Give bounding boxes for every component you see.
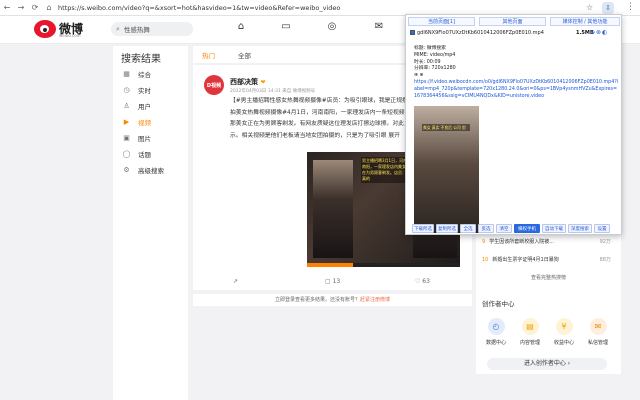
hot-more-link[interactable]: 查看完整热搜榜 (476, 272, 621, 284)
avatar[interactable]: D视频 (204, 75, 224, 95)
enter-creator-center-button[interactable]: 进入创作者中心 › (487, 358, 607, 370)
share-icon[interactable]: ↗ (233, 278, 238, 285)
tab-hot[interactable]: 热门 (202, 50, 215, 60)
video-nav-icon[interactable]: ▭ (279, 21, 293, 35)
media-resolution: 分辨率: 720x1280 (414, 66, 456, 72)
search-value: 性感热舞 (123, 26, 150, 34)
video-progress-fill (307, 263, 353, 267)
grid-icon: ▦ (123, 70, 130, 78)
sidebar-item-advanced[interactable]: ⚙ 高级搜索 (113, 162, 188, 178)
creator-item-income[interactable]: ¥ 收益中心 (550, 318, 578, 346)
image-icon: ▣ (123, 134, 130, 142)
post-actions: ↗ ▢ 13 ♡ 63 (193, 274, 472, 290)
vip-badge-icon: ❤ (260, 79, 266, 86)
clock-icon: ◷ (123, 86, 130, 94)
hot-item[interactable]: 10 新婚出生票字证明4月1日暴狗 88万 (476, 254, 621, 266)
video-icon: ▶ (123, 118, 130, 126)
income-icon: ¥ (555, 318, 573, 335)
creator-title: 创作者中心 (482, 300, 515, 308)
sidebar-item-all[interactable]: ▦ 综合 (113, 66, 188, 82)
message-icon: ✉ (589, 318, 607, 335)
tab-other-pages[interactable]: 其他页面 (479, 17, 546, 26)
media-thumbnail[interactable]: 美女 真实 不良后 公司 剪 (414, 106, 479, 233)
browser-menu-icon[interactable]: ⋮ (626, 2, 635, 12)
logo-subtext: weibo.com (59, 33, 81, 38)
video-caption: 男主播招聘3月1日，河南南阳，一家理发店内美女正在为男顾客剃发。店员：是真的 (361, 157, 411, 183)
forward-icon[interactable]: → (14, 3, 28, 12)
settings-icon: ⚙ (123, 166, 130, 174)
download-selected-button[interactable]: 下载所选 (412, 224, 434, 233)
home-icon[interactable]: ⌂ (42, 3, 56, 12)
file-checkbox[interactable] (410, 30, 415, 35)
thumbnail-caption: 美女 真实 不良后 公司 剪 (422, 124, 470, 131)
sidebar-title: 搜索结果 (121, 54, 161, 65)
tab-all[interactable]: 全部 (238, 50, 251, 60)
invert-selection-button[interactable]: 反选 (478, 224, 494, 233)
file-action-icons[interactable]: ⊕⊗◐ (590, 29, 608, 36)
search-icon: ⌕ (116, 24, 120, 33)
bookmark-star-icon[interactable]: ☆ (586, 3, 593, 12)
user-icon: ♙ (123, 102, 130, 110)
hot-item[interactable]: 9 学生因该所套断校服入院被... 92万 (476, 236, 621, 248)
creator-item-messages[interactable]: ✉ 私信管理 (584, 318, 612, 346)
data-icon: ◴ (487, 318, 505, 335)
creator-item-content[interactable]: ▤ 内容管理 (516, 318, 544, 346)
auto-download-button[interactable]: 自动下载 (542, 224, 566, 233)
message-nav-icon[interactable]: ✉ (372, 21, 386, 35)
post-meta: 2022年04月03日 14:31 来自 微博视频号 (230, 89, 316, 94)
panel-tabs: 当前页面[1] 其他页面 媒体控制 / 其他功能 (408, 17, 620, 28)
hot-nav-icon[interactable]: ◎ (325, 21, 339, 35)
search-input[interactable]: ⌕ 性感热舞 (111, 22, 193, 36)
weibo-logo[interactable]: 微博 weibo.com (34, 20, 83, 38)
sidebar-item-video[interactable]: ▶ 视频 (113, 114, 188, 130)
deep-search-button[interactable]: 深度搜索 (568, 224, 592, 233)
media-info: 标题: 微博搜索 MIME: video/mp4 时长: 00:09 分辨率: … (414, 46, 619, 100)
sidebar-item-topics[interactable]: ◯ 话题 (113, 146, 188, 162)
file-name: gdl6NX9Flo07UXzDtKb6010412006FZp0E010.mp… (417, 30, 544, 36)
media-title: 标题: 微博搜索 (414, 46, 446, 51)
search-result-sidebar: 搜索结果 ▦ 综合 ◷ 实时 ♙ 用户 ▶ 视频 ▣ 图片 ◯ 话题 ⚙ 高级搜索 (113, 46, 188, 400)
settings-button[interactable]: 设置 (594, 224, 610, 233)
weibo-eye-icon (34, 20, 56, 38)
home-nav-icon[interactable]: ⌂ (234, 21, 248, 35)
login-prompt: 立即登录查看更多结果。还没有账号？赶紧注册微博 (193, 294, 472, 306)
back-icon[interactable]: ← (0, 3, 14, 12)
content-icon: ▤ (521, 318, 539, 335)
media-download-extension-panel: 当前页面[1] 其他页面 媒体控制 / 其他功能 gdl6NX9Flo07UXz… (405, 14, 622, 235)
comment-button[interactable]: ▢ 13 (325, 278, 340, 285)
mobile-mode-button[interactable]: 横权手机 (514, 224, 540, 233)
tab-media-control[interactable]: 媒体控制 / 其他功能 (550, 17, 620, 26)
creator-item-data[interactable]: ◴ 数据中心 (482, 318, 510, 346)
sidebar-item-images[interactable]: ▣ 图片 (113, 130, 188, 146)
media-url[interactable]: https://f.video.weibocdn.com/o0/gdl6NX9F… (414, 80, 619, 100)
media-action-icons[interactable]: ⊕ ⊗ (414, 73, 619, 80)
register-link[interactable]: 赶紧注册微博 (360, 297, 390, 303)
sidebar-item-realtime[interactable]: ◷ 实时 (113, 82, 188, 98)
panel-buttons: 下载所选 复制所选 全选 反选 清空 横权手机 自动下载 深度搜索 设置 (412, 224, 622, 234)
address-bar[interactable]: https://s.weibo.com/video?q=&xsort=hot&h… (58, 4, 340, 12)
sidebar-item-users[interactable]: ♙ 用户 (113, 98, 188, 114)
video-figure (313, 160, 353, 258)
like-button[interactable]: ♡ 63 (415, 278, 430, 285)
tab-current-page[interactable]: 当前页面[1] (408, 17, 475, 26)
extension-icon[interactable]: ⇩ (602, 2, 614, 14)
topic-icon: ◯ (122, 150, 131, 158)
reload-icon[interactable]: ⟳ (28, 3, 42, 12)
select-all-button[interactable]: 全选 (460, 224, 476, 233)
copy-selected-button[interactable]: 复制所选 (436, 224, 458, 233)
media-mime: MIME: video/mp4 (414, 52, 456, 58)
video-progress-bar[interactable] (307, 263, 460, 267)
clear-button[interactable]: 清空 (496, 224, 512, 233)
author-name[interactable]: 西部决策 ❤ (230, 77, 265, 87)
